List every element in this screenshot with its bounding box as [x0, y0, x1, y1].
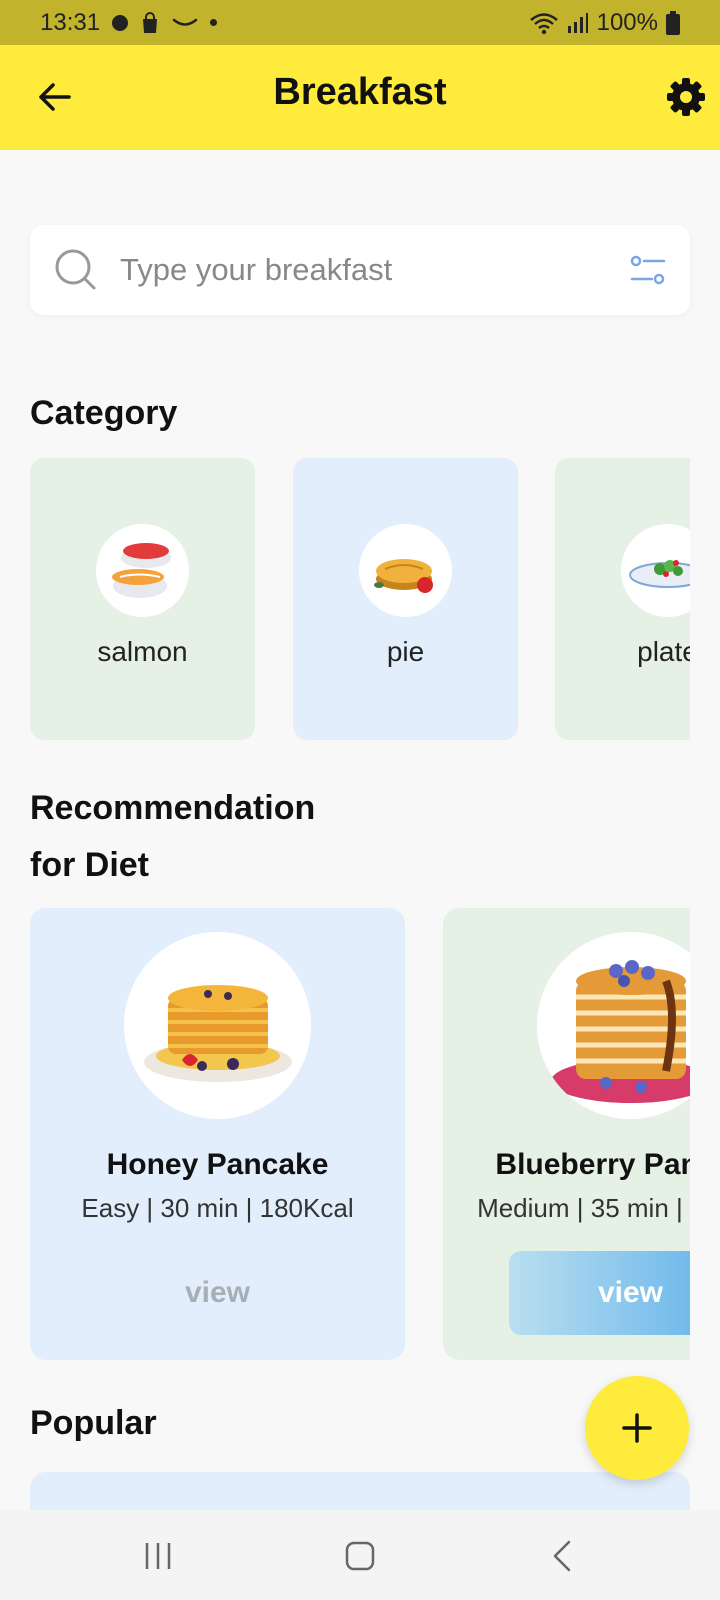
gear-icon	[667, 78, 705, 116]
home-icon	[345, 1541, 375, 1571]
category-label: pie	[386, 636, 425, 667]
recommendation-list: Honey Pancake Easy | 30 min | 180Kcal vi…	[30, 908, 690, 1360]
status-right: 100%	[529, 9, 680, 37]
view-button[interactable]: view	[96, 1251, 339, 1335]
pie-icon	[373, 558, 433, 593]
status-bar: 13:31 100%	[0, 0, 720, 45]
salad-plate-icon	[628, 559, 690, 588]
recommendation-heading-line2: for Diet	[30, 846, 149, 884]
recommendation-name: Blueberry Pancake	[495, 1148, 690, 1181]
category-list: salmon pie plate	[30, 458, 690, 740]
home-button[interactable]	[330, 1532, 390, 1580]
salmon-sushi-icon	[111, 542, 171, 598]
amazon-smile-icon	[172, 18, 198, 26]
filter-sliders-icon[interactable]	[630, 253, 666, 289]
battery-level: 100%	[596, 8, 658, 36]
category-card-salmon[interactable]: salmon	[30, 458, 255, 740]
recommendation-card-honey-pancake[interactable]: Honey Pancake Easy | 30 min | 180Kcal vi…	[30, 908, 405, 1360]
category-image-plate	[621, 524, 690, 617]
notification-dot-icon	[112, 14, 129, 31]
search-bar	[30, 225, 690, 315]
signal-icon	[567, 12, 588, 33]
recommendation-image	[537, 932, 690, 1119]
settings-button[interactable]	[664, 75, 708, 119]
recommendation-image	[124, 932, 311, 1119]
wifi-icon	[529, 12, 558, 34]
recommendation-name: Honey Pancake	[106, 1148, 329, 1181]
category-image-pie	[359, 524, 452, 617]
search-icon	[55, 249, 96, 290]
nav-back-button[interactable]	[532, 1532, 592, 1580]
status-time: 13:31	[40, 8, 101, 36]
small-dot-icon	[210, 19, 218, 26]
category-label: salmon	[97, 636, 188, 667]
recent-apps-icon	[145, 1543, 171, 1569]
category-heading: Category	[30, 394, 178, 432]
add-button[interactable]	[585, 1376, 689, 1480]
back-chevron-icon	[553, 1540, 571, 1572]
blueberry-pancake-icon	[550, 959, 690, 1103]
category-label: plate	[637, 636, 690, 667]
category-image-salmon	[96, 524, 189, 617]
search-input[interactable]	[120, 252, 590, 288]
view-button[interactable]: view	[509, 1251, 690, 1335]
battery-icon	[666, 10, 680, 35]
category-card-plate[interactable]: plate	[555, 458, 690, 740]
shopping-bag-icon	[143, 11, 158, 33]
recommendation-card-blueberry-pancake[interactable]: Blueberry Pancake Medium | 35 min | 230K…	[443, 908, 690, 1360]
popular-heading: Popular	[30, 1404, 157, 1442]
recommendation-meta: Medium | 35 min | 230Kcal	[477, 1193, 690, 1223]
recommendation-heading-line1: Recommendation	[30, 789, 316, 827]
recent-apps-button[interactable]	[128, 1532, 188, 1580]
category-card-pie[interactable]: pie	[293, 458, 518, 740]
page-title: Breakfast	[273, 71, 447, 113]
status-left: 13:31	[40, 8, 218, 37]
system-nav-bar	[0, 1510, 720, 1600]
recommendation-heading: Recommendation for Diet	[30, 780, 315, 894]
honey-pancake-icon	[143, 984, 292, 1082]
plus-icon	[622, 1413, 652, 1443]
app-bar: Breakfast	[0, 45, 720, 150]
recommendation-meta: Easy | 30 min | 180Kcal	[81, 1193, 354, 1223]
